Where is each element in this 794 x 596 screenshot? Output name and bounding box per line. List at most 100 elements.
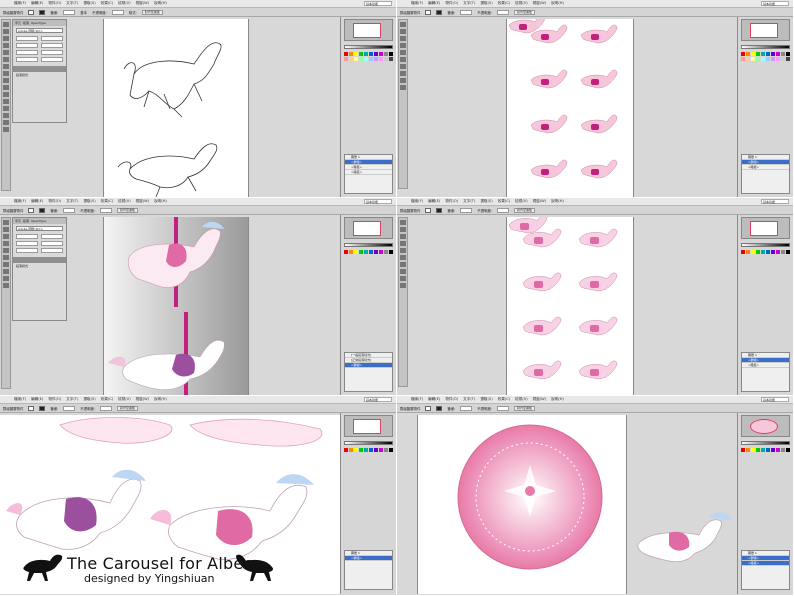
- menu-file[interactable]: 檔案(F): [14, 199, 26, 204]
- gradient-tool-icon[interactable]: [3, 269, 9, 274]
- kerning-field[interactable]: [16, 43, 38, 48]
- align-button[interactable]: 對齊至畫板: [141, 9, 163, 15]
- warp-tool-icon[interactable]: [3, 99, 9, 104]
- menu-help[interactable]: 說明(H): [154, 397, 167, 402]
- type-tool-icon[interactable]: [3, 241, 9, 246]
- tab-paragraph[interactable]: 段落: [23, 21, 29, 25]
- selection-tool-icon[interactable]: [400, 22, 406, 27]
- brush-basic-label[interactable]: 基本: [80, 10, 87, 15]
- menu-file[interactable]: 檔案(F): [14, 397, 26, 402]
- align-button[interactable]: 對齊至畫板: [514, 405, 536, 411]
- menu-window[interactable]: 視窗(W): [533, 199, 547, 204]
- gradient-slider[interactable]: [344, 441, 393, 445]
- swatches-panel[interactable]: [741, 52, 790, 61]
- menu-select[interactable]: 選取(S): [480, 1, 492, 6]
- navigator-panel[interactable]: [344, 217, 393, 239]
- gradient-tool-icon[interactable]: [3, 106, 9, 111]
- menu-edit[interactable]: 編輯(E): [31, 1, 43, 6]
- stroke-weight-field[interactable]: [460, 207, 473, 213]
- rectangle-tool-icon[interactable]: [400, 50, 406, 55]
- menu-help[interactable]: 說明(H): [551, 397, 564, 402]
- rotate-tool-icon[interactable]: [400, 262, 406, 267]
- rectangle-tool-icon[interactable]: [3, 248, 9, 253]
- workspace-search[interactable]: 基本功能: [364, 397, 392, 402]
- rotate-tool-icon[interactable]: [400, 64, 406, 69]
- opacity-label[interactable]: 不透明度:: [477, 10, 492, 15]
- tracking-field[interactable]: [41, 241, 63, 246]
- menu-help[interactable]: 說明(H): [551, 199, 564, 204]
- swatches-panel[interactable]: [741, 448, 790, 452]
- rotate-tool-icon[interactable]: [3, 262, 9, 267]
- menu-object[interactable]: 物件(O): [48, 1, 61, 6]
- menu-help[interactable]: 說明(H): [154, 199, 167, 204]
- navigator-panel[interactable]: [741, 19, 790, 41]
- gradient-tool-icon[interactable]: [400, 269, 406, 274]
- navigator-panel[interactable]: [344, 19, 393, 41]
- magic-wand-icon[interactable]: [3, 36, 9, 41]
- menu-effect[interactable]: 效果(C): [101, 199, 114, 204]
- workspace-search[interactable]: 基本功能: [761, 1, 789, 6]
- menu-edit[interactable]: 編輯(E): [428, 397, 440, 402]
- workspace-search[interactable]: 基本功能: [364, 199, 392, 204]
- rectangle-tool-icon[interactable]: [400, 248, 406, 253]
- menu-type[interactable]: 文字(T): [66, 397, 78, 402]
- navigator-thumbnail[interactable]: [750, 419, 778, 434]
- stroke-swatch[interactable]: [436, 405, 443, 411]
- menu-select[interactable]: 選取(S): [480, 397, 492, 402]
- font-family-select[interactable]: Adobe 明體 Std L: [16, 28, 63, 33]
- hand-tool-icon[interactable]: [3, 120, 9, 125]
- hand-tool-icon[interactable]: [3, 276, 9, 281]
- layer-row-selected[interactable]: <群組>: [345, 363, 392, 368]
- tab-character[interactable]: 字元: [15, 219, 21, 223]
- type-tool-icon[interactable]: [400, 241, 406, 246]
- stroke-swatch[interactable]: [39, 207, 46, 213]
- vertical-scale-field[interactable]: [16, 50, 38, 55]
- fill-swatch[interactable]: [425, 207, 432, 213]
- tab-paragraph[interactable]: 段落: [23, 219, 29, 223]
- tab-character[interactable]: 字元: [15, 21, 21, 25]
- type-tool-icon[interactable]: [3, 50, 9, 55]
- brush-tool-icon[interactable]: [3, 255, 9, 260]
- brush-tool-icon[interactable]: [3, 71, 9, 76]
- menu-object[interactable]: 物件(O): [48, 199, 61, 204]
- menu-edit[interactable]: 編輯(E): [31, 199, 43, 204]
- tab-opentype[interactable]: OpenType: [31, 21, 46, 25]
- layer-row-selected[interactable]: <群組>: [345, 556, 392, 561]
- opacity-label[interactable]: 不透明度:: [477, 208, 492, 213]
- pen-tool-icon[interactable]: [3, 234, 9, 239]
- selection-tool-icon[interactable]: [400, 220, 406, 225]
- gradient-tool-icon[interactable]: [400, 71, 406, 76]
- menu-effect[interactable]: 效果(C): [498, 199, 511, 204]
- pen-tool-icon[interactable]: [400, 234, 406, 239]
- font-family-select[interactable]: Adobe 明體 Std L: [16, 226, 63, 231]
- artboard[interactable]: [417, 415, 627, 594]
- fill-swatch[interactable]: [28, 9, 35, 15]
- artboard[interactable]: [103, 19, 249, 197]
- stroke-swatch[interactable]: [436, 9, 443, 15]
- swatches-panel[interactable]: [344, 250, 393, 254]
- navigator-thumbnail[interactable]: [353, 221, 381, 236]
- menu-select[interactable]: 選取(S): [83, 1, 95, 6]
- navigator-panel[interactable]: [741, 415, 790, 437]
- align-button[interactable]: 對齊至畫板: [514, 9, 536, 15]
- menu-edit[interactable]: 編輯(E): [428, 1, 440, 6]
- brush-tool-icon[interactable]: [400, 255, 406, 260]
- zoom-tool-icon[interactable]: [3, 127, 9, 132]
- brush-tool-icon[interactable]: [400, 57, 406, 62]
- workspace-search[interactable]: 基本功能: [364, 1, 392, 6]
- tab-opentype[interactable]: OpenType: [31, 219, 46, 223]
- artboard[interactable]: [103, 217, 249, 395]
- layer-row-selected[interactable]: <路徑>: [742, 561, 789, 566]
- menu-window[interactable]: 視窗(W): [136, 199, 150, 204]
- menu-view[interactable]: 檢視(V): [515, 199, 527, 204]
- menu-file[interactable]: 檔案(F): [411, 1, 423, 6]
- menu-help[interactable]: 說明(H): [551, 1, 564, 6]
- menu-select[interactable]: 選取(S): [480, 199, 492, 204]
- stroke-swatch[interactable]: [436, 207, 443, 213]
- menu-type[interactable]: 文字(T): [463, 397, 475, 402]
- direct-selection-tool-icon[interactable]: [400, 227, 406, 232]
- font-size-field[interactable]: [16, 36, 38, 41]
- opacity-label[interactable]: 不透明度:: [477, 406, 492, 411]
- line-tool-icon[interactable]: [3, 57, 9, 62]
- direct-selection-tool-icon[interactable]: [3, 29, 9, 34]
